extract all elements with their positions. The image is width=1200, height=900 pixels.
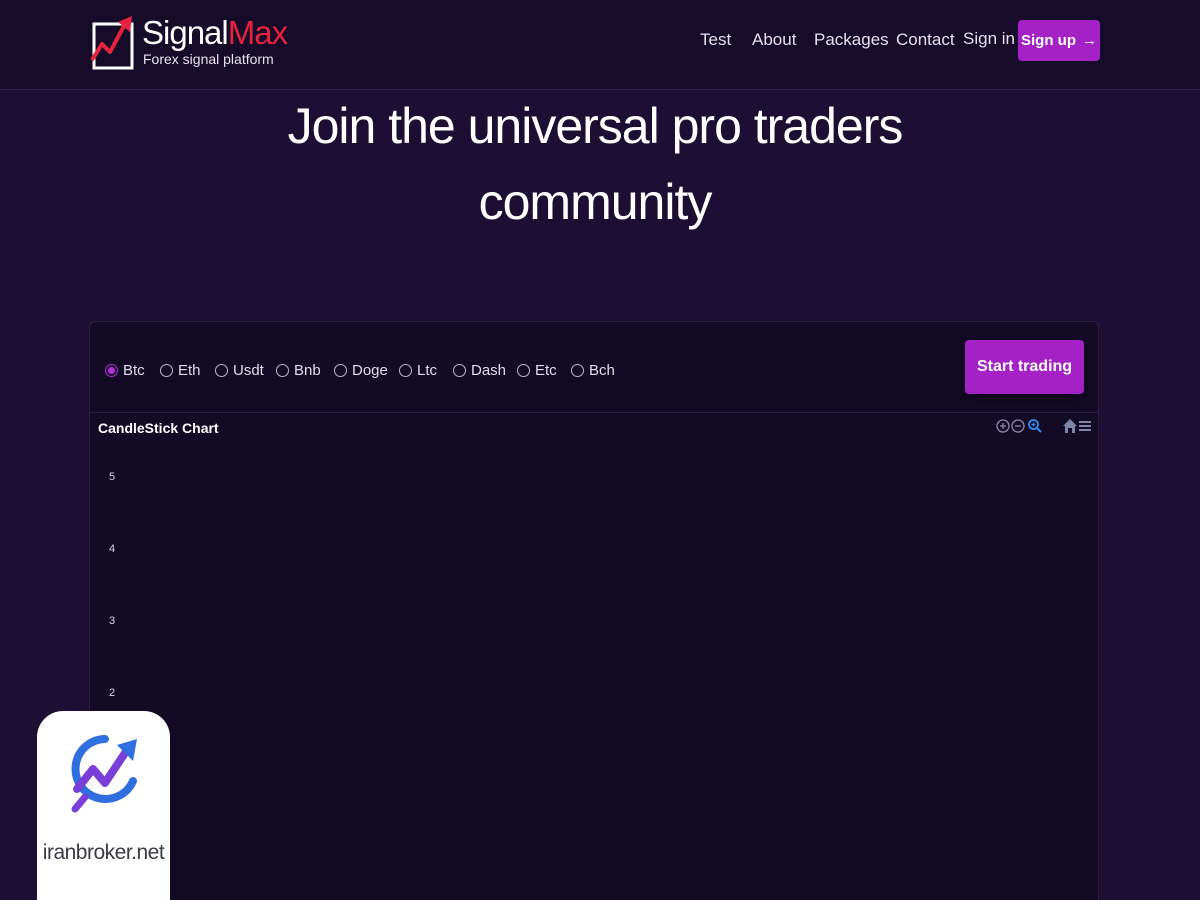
hero-line-1: Join the universal pro traders [287, 98, 904, 154]
panel-divider [90, 412, 1098, 413]
nav-link-sign-in[interactable]: Sign in [963, 29, 1015, 51]
coin-label: Usdt [233, 361, 264, 379]
y-tick-label: 5 [109, 471, 116, 483]
coin-label: Etc [535, 361, 557, 379]
radio-circle-icon [215, 363, 228, 377]
trading-panel: Btc Eth Usdt Bnb Doge Ltc Dash Etc Bch S… [89, 321, 1099, 900]
coin-radio-dash[interactable]: Dash [453, 360, 506, 380]
coin-label: Dash [471, 361, 507, 379]
logo[interactable]: SignalMax Forex signal platform [90, 10, 288, 72]
nav-link-packages[interactable]: Packages [814, 30, 889, 52]
start-trading-button[interactable]: Start trading [965, 340, 1084, 394]
logo-tagline: Forex signal platform [143, 51, 274, 67]
radio-circle-icon [105, 363, 118, 377]
nav-link-about[interactable]: About [752, 30, 796, 52]
radio-circle-icon [517, 363, 530, 377]
zoom-in-icon[interactable] [995, 418, 1011, 434]
coin-label: Bnb [294, 361, 321, 379]
watermark-badge: iranbroker.net [37, 711, 170, 900]
site-header: SignalMax Forex signal platform Test Abo… [0, 0, 1200, 90]
home-icon[interactable] [1062, 418, 1078, 434]
logo-title: SignalMax [142, 14, 288, 51]
coin-radio-bch[interactable]: Bch [571, 360, 615, 380]
y-tick-label: 4 [109, 543, 116, 555]
chart-title: CandleStick Chart [98, 420, 219, 436]
radio-circle-icon [571, 363, 584, 377]
radio-circle-icon [334, 363, 347, 377]
coin-label: Eth [178, 361, 201, 379]
chart-arrow-logo-icon [90, 16, 134, 70]
radio-circle-icon [160, 363, 173, 377]
radio-circle-icon [453, 363, 466, 377]
coin-radio-eth[interactable]: Eth [160, 360, 201, 380]
search-icon[interactable] [1027, 418, 1043, 434]
coin-label: Bch [589, 361, 615, 379]
coin-label: Btc [123, 361, 145, 379]
arrow-right-icon: → [1082, 32, 1097, 49]
coin-radio-bnb[interactable]: Bnb [276, 360, 321, 380]
hero-line-2: community [478, 174, 713, 230]
coin-radio-doge[interactable]: Doge [334, 360, 388, 380]
coin-label: Doge [352, 361, 388, 379]
watermark-text: iranbroker.net [42, 841, 165, 864]
nav-link-contact[interactable]: Contact [896, 30, 955, 52]
y-tick-label: 3 [109, 615, 116, 627]
menu-icon[interactable] [1077, 418, 1093, 434]
coin-radio-usdt[interactable]: Usdt [215, 360, 264, 380]
radio-circle-icon [276, 363, 289, 377]
iranbroker-logo-icon [71, 735, 137, 813]
coin-label: Ltc [417, 361, 438, 379]
coin-radio-ltc[interactable]: Ltc [399, 360, 437, 380]
nav-link-test[interactable]: Test [700, 30, 731, 52]
radio-circle-icon [399, 363, 412, 377]
coin-radio-etc[interactable]: Etc [517, 360, 557, 380]
coin-radio-btc[interactable]: Btc [105, 360, 145, 380]
sign-up-label: Sign up [1021, 32, 1076, 49]
y-tick-label: 2 [109, 687, 116, 699]
sign-up-button[interactable]: Sign up → [1018, 20, 1100, 61]
hero-heading: Join the universal pro traders community [200, 88, 990, 240]
zoom-out-icon[interactable] [1010, 418, 1026, 434]
